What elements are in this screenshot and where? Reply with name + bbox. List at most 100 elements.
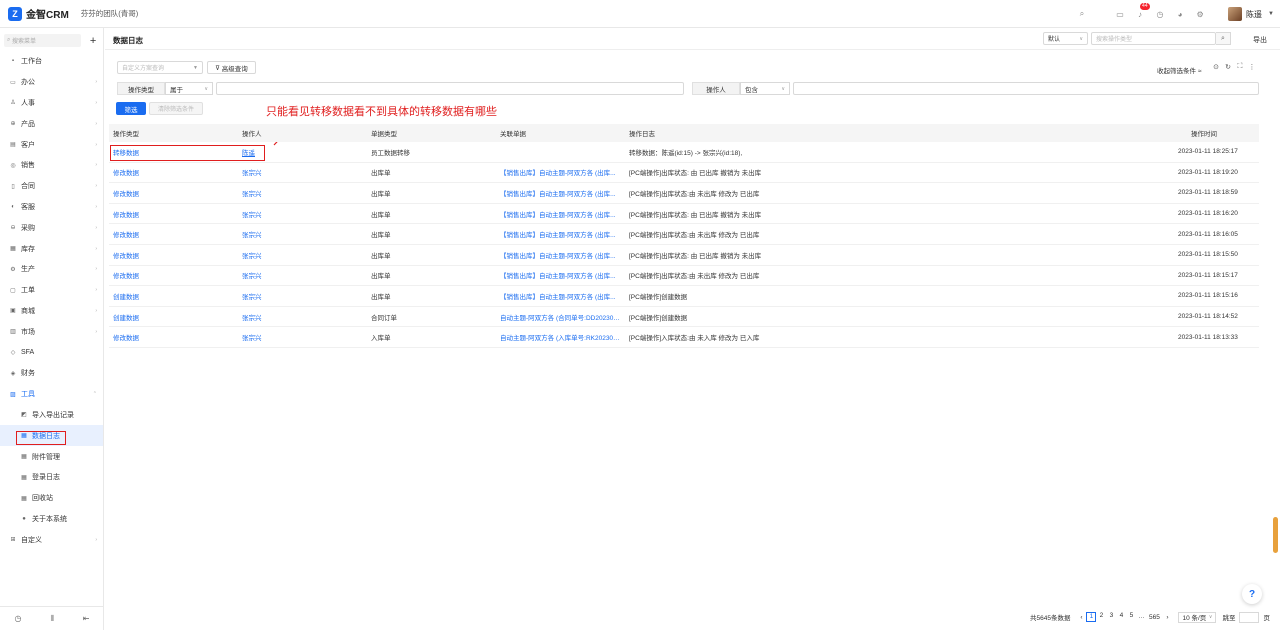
avatar[interactable] — [1228, 7, 1243, 21]
sidebar-item-9[interactable]: ▦ 库存 › — [0, 238, 103, 259]
user-name[interactable]: 陈遥 — [1246, 9, 1262, 20]
sidebar-item-10[interactable]: ⚙ 生产 › — [0, 259, 103, 280]
cell-user[interactable]: 张宗兴 — [242, 209, 362, 219]
cell-type[interactable]: 修改数据 — [113, 167, 233, 177]
cell-user[interactable]: 张宗兴 — [242, 188, 362, 198]
collapse-icon[interactable]: ⇤ — [83, 614, 90, 623]
cell-type[interactable]: 修改数据 — [113, 270, 233, 280]
view-select[interactable]: 默认 ∨ — [1043, 32, 1088, 45]
page-1[interactable]: 1 — [1086, 612, 1097, 622]
cell-type[interactable]: 修改数据 — [113, 332, 233, 342]
cell-user[interactable]: 张宗兴 — [242, 250, 362, 260]
bell-icon[interactable]: ♪ 44 — [1134, 3, 1150, 20]
clear-filters-button[interactable]: 清除筛选条件 — [149, 102, 203, 115]
table-row[interactable]: 修改数据 张宗兴 出库单 【销售出库】自动主题-阿双方各 (出库... [PC端操作]出… — [109, 163, 1259, 184]
sidebar-item-3[interactable]: ⊕ 产品 › — [0, 113, 103, 134]
cell-user[interactable]: 张宗兴 — [242, 291, 362, 301]
sidebar-subitem-0[interactable]: ◩ 导入导出记录 — [0, 405, 103, 426]
settings-icon[interactable]: ⊙ — [1210, 63, 1222, 71]
cell-type[interactable]: 创建数据 — [113, 312, 233, 322]
cell-user[interactable]: 张宗兴 — [242, 229, 362, 239]
header-op-time[interactable]: 操作时间 — [1191, 128, 1271, 138]
cell-user[interactable]: 张宗兴 — [242, 270, 362, 280]
prev-page-icon[interactable]: ‹ — [1076, 614, 1086, 621]
condition-user-operator[interactable]: 包含 ∨ — [740, 82, 790, 95]
filter-button[interactable]: 筛选 — [116, 102, 146, 115]
sidebar-item-11[interactable]: ▢ 工单 › — [0, 280, 103, 301]
search-icon[interactable]: ⌕ — [1076, 8, 1088, 20]
team-name[interactable]: 芬芬的团队(青哥) — [81, 8, 139, 19]
sidebar-subitem-5[interactable]: ● 关于本系统 — [0, 509, 103, 530]
cell-related[interactable]: 【销售出库】自动主题-阿双方各 (出库... — [500, 291, 622, 301]
sidebar-item-13[interactable]: ▥ 市场 › — [0, 321, 103, 342]
box-icon[interactable]: ▭ — [1114, 8, 1126, 20]
sidebar-item-16[interactable]: ▨ 工具 ⌃ — [0, 384, 103, 405]
fullscreen-icon[interactable]: ⛶ — [1234, 63, 1246, 71]
cell-type[interactable]: 修改数据 — [113, 209, 233, 219]
export-button[interactable]: 导出 — [1253, 35, 1267, 45]
table-row[interactable]: 修改数据 张宗兴 出库单 【销售出库】自动主题-阿双方各 (出库... [PC端操作]出… — [109, 183, 1259, 204]
sidebar-item-1[interactable]: ▭ 办公 › — [0, 72, 103, 93]
page-2[interactable]: 2 — [1096, 612, 1106, 622]
table-row[interactable]: 修改数据 张宗兴 出库单 【销售出库】自动主题-阿双方各 (出库... [PC端操作]出… — [109, 204, 1259, 225]
sidebar-item-12[interactable]: ▣ 商城 › — [0, 301, 103, 322]
header-op-user[interactable]: 操作人 — [242, 128, 362, 138]
operation-search-input[interactable]: 搜索操作类型 — [1091, 32, 1216, 45]
table-row[interactable]: 修改数据 张宗兴 出库单 【销售出库】自动主题-阿双方各 (出库... [PC端操作]出… — [109, 266, 1259, 287]
page-ellipsis[interactable]: ··· — [1136, 614, 1146, 621]
help-button[interactable]: ? — [1242, 584, 1262, 604]
header-related-doc[interactable]: 关联单据 — [500, 128, 622, 138]
sidebar-item-5[interactable]: ◎ 销售 › — [0, 155, 103, 176]
chart-icon[interactable]: ◕ — [1174, 8, 1186, 20]
sidebar-item-4[interactable]: ▤ 客户 › — [0, 134, 103, 155]
sidebar-subitem-4[interactable]: ▦ 回收站 — [0, 488, 103, 509]
last-page[interactable]: 565 — [1146, 614, 1162, 621]
table-row[interactable]: 创建数据 张宗兴 合同订单 自动主题-阿双方各 (合同单号:DD202301... [P… — [109, 307, 1259, 328]
sidebar-item-7[interactable]: ◐ 客服 › — [0, 197, 103, 218]
cell-related[interactable]: 【销售出库】自动主题-阿双方各 (出库... — [500, 270, 622, 280]
condition-type-input[interactable] — [216, 82, 684, 95]
condition-type-operator[interactable]: 属于 ∨ — [165, 82, 213, 95]
add-icon[interactable]: + — [87, 35, 99, 47]
table-row[interactable]: 修改数据 张宗兴 入库单 自动主题-阿双方各 (入库单号:RK202301... [PC… — [109, 327, 1259, 348]
cell-related[interactable]: 【销售出库】自动主题-阿双方各 (出库... — [500, 229, 622, 239]
advanced-query-button[interactable]: ⊽ 高级查询 — [207, 61, 256, 74]
sidebar-search-input[interactable]: ⌕ 搜索菜单 — [4, 34, 82, 47]
page-3[interactable]: 3 — [1106, 612, 1116, 622]
sidebar-item-2[interactable]: ♙ 人事 › — [0, 93, 103, 114]
scrollbar-thumb[interactable] — [1273, 517, 1278, 553]
page-5[interactable]: 5 — [1126, 612, 1136, 622]
cell-user[interactable]: 张宗兴 — [242, 332, 362, 342]
cell-user[interactable]: 张宗兴 — [242, 312, 362, 322]
condition-user-input[interactable] — [793, 82, 1259, 95]
cell-related[interactable]: 【销售出库】自动主题-阿双方各 (出库... — [500, 209, 622, 219]
header-doc-type[interactable]: 单据类型 — [371, 128, 491, 138]
sidebar-item-14[interactable]: ◇ SFA — [0, 342, 103, 363]
header-op-log[interactable]: 操作日志 — [629, 128, 879, 138]
cell-related[interactable]: 【销售出库】自动主题-阿双方各 (出库... — [500, 167, 622, 177]
cell-type[interactable]: 修改数据 — [113, 188, 233, 198]
cell-related[interactable]: 自动主题-阿双方各 (合同单号:DD202301... — [500, 312, 622, 322]
cell-type[interactable]: 创建数据 — [113, 291, 233, 301]
sidebar-item-6[interactable]: ▯ 合同 › — [0, 176, 103, 197]
cell-related[interactable]: 【销售出库】自动主题-阿双方各 (出库... — [500, 188, 622, 198]
sidebar-item-0[interactable]: ▪ 工作台 — [0, 51, 103, 72]
sidebar-item-custom[interactable]: ⊞ 自定义 › — [0, 529, 103, 550]
header-op-type[interactable]: 操作类型 — [113, 128, 233, 138]
cell-type[interactable]: 修改数据 — [113, 229, 233, 239]
sidebar-subitem-3[interactable]: ▦ 登录日志 — [0, 467, 103, 488]
collapse-filters-link[interactable]: 收起筛选条件 ≈ — [1157, 65, 1201, 75]
table-row[interactable]: 转移数据 陈遥 员工数据转移 转移数据：陈遥(id:15) -> 张宗兴(id:18)… — [109, 142, 1259, 163]
logo[interactable]: Z 金智CRM — [8, 6, 69, 21]
more-icon[interactable]: ⋮ — [1246, 63, 1258, 71]
clock-icon[interactable]: ◷ — [1154, 8, 1166, 20]
chevron-down-icon[interactable]: ▼ — [1268, 11, 1274, 17]
cell-related[interactable]: 自动主题-阿双方各 (入库单号:RK202301... — [500, 332, 622, 342]
table-row[interactable]: 修改数据 张宗兴 出库单 【销售出库】自动主题-阿双方各 (出库... [PC端操作]出… — [109, 245, 1259, 266]
table-row[interactable]: 修改数据 张宗兴 出库单 【销售出库】自动主题-阿双方各 (出库... [PC端操作]出… — [109, 224, 1259, 245]
next-page-icon[interactable]: › — [1162, 614, 1172, 621]
refresh-icon[interactable]: ↻ — [1222, 63, 1234, 71]
page-4[interactable]: 4 — [1116, 612, 1126, 622]
cell-related[interactable]: 【销售出库】自动主题-阿双方各 (出库... — [500, 250, 622, 260]
history-icon[interactable]: ◷ — [14, 614, 21, 623]
